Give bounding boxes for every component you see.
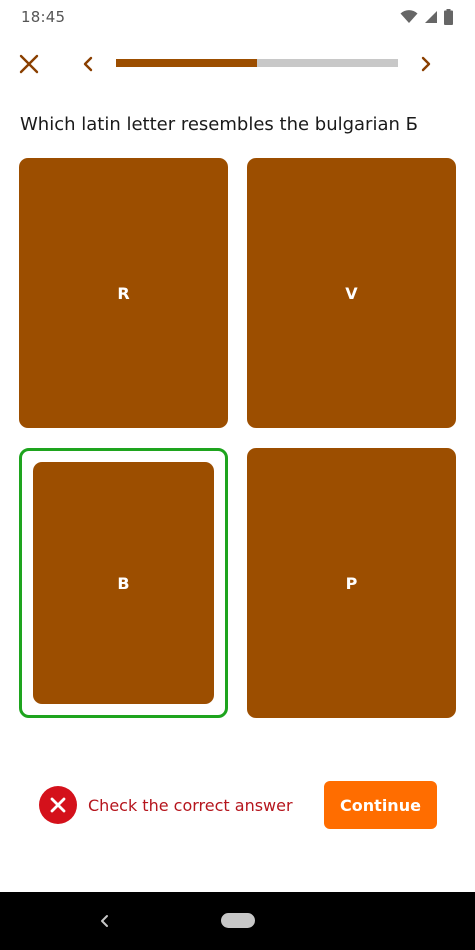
option-card[interactable]: P (247, 448, 456, 718)
option-card[interactable]: R (19, 158, 228, 428)
battery-icon (444, 9, 453, 25)
top-nav (0, 44, 475, 84)
continue-button[interactable]: Continue (324, 781, 437, 829)
quiz-screen: 18:45 Which latin letter resembles the b… (0, 0, 475, 950)
status-icons (400, 9, 453, 25)
next-button[interactable] (416, 53, 436, 75)
option-label: P (345, 573, 358, 593)
close-button[interactable] (18, 53, 40, 75)
close-icon (19, 54, 39, 74)
progress-bar (116, 59, 398, 67)
feedback-row: Check the correct answer (39, 786, 293, 824)
back-icon (101, 915, 108, 927)
chevron-right-icon (421, 56, 431, 72)
option-label: V (345, 283, 358, 303)
option-label: B (117, 573, 130, 593)
feedback-message: Check the correct answer (88, 795, 293, 815)
option-card[interactable]: V (247, 158, 456, 428)
system-back-button[interactable] (96, 912, 114, 930)
system-home-button[interactable] (221, 913, 255, 928)
chevron-left-icon (83, 56, 93, 72)
status-bar: 18:45 (0, 0, 475, 34)
question-text: Which latin letter resembles the bulgari… (20, 114, 418, 135)
status-time: 18:45 (21, 8, 66, 26)
signal-icon (425, 11, 437, 23)
previous-button[interactable] (78, 53, 98, 75)
option-card-selected[interactable]: B (19, 448, 228, 718)
option-label: R (117, 283, 130, 303)
option-card[interactable]: B (33, 462, 214, 704)
wifi-icon (400, 10, 418, 23)
error-icon (39, 786, 77, 824)
progress-fill (116, 59, 257, 67)
cross-icon (50, 797, 66, 813)
